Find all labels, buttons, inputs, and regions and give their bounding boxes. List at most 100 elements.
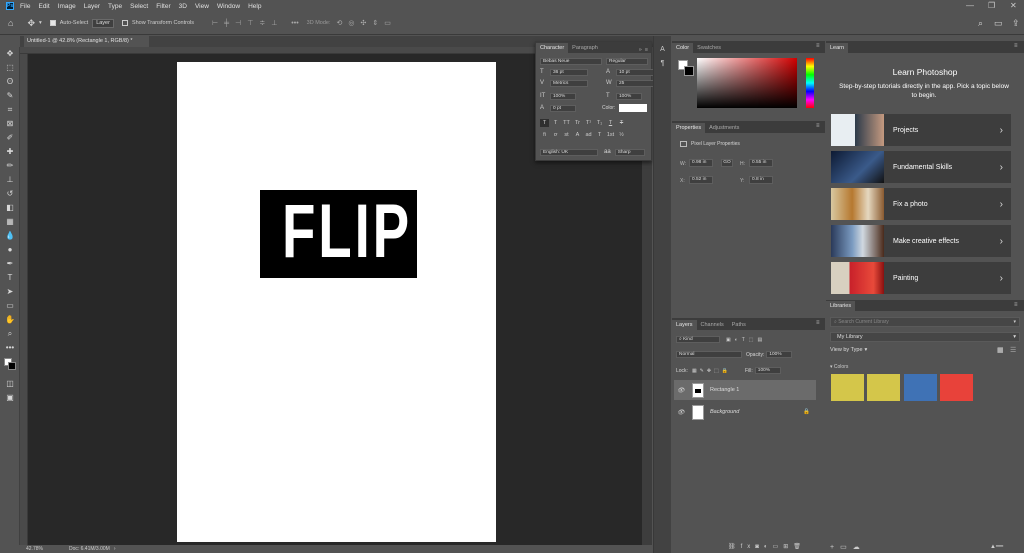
align-right-icon[interactable]: ⊣	[235, 19, 241, 27]
paragraph-panel-icon[interactable]: ¶	[658, 60, 668, 70]
canvas-text[interactable]: FLIP	[282, 186, 409, 274]
layer-name[interactable]: Background	[710, 409, 739, 415]
tab-channels[interactable]: Channels	[697, 320, 728, 330]
font-style-select[interactable]: Regular	[606, 57, 648, 65]
minimize-icon[interactable]: —	[966, 1, 974, 10]
3d-slide-icon[interactable]: ⇕	[372, 19, 378, 27]
background-color-swatch[interactable]	[684, 66, 694, 76]
stylistic-alternates-button[interactable]: ad	[584, 131, 593, 139]
auto-select-checkbox[interactable]	[49, 20, 56, 26]
more-options-icon[interactable]: •••	[291, 20, 298, 27]
gradient-tool-icon[interactable]: ▦	[0, 215, 20, 229]
align-bottom-icon[interactable]: ⊥	[271, 19, 277, 27]
learn-card-fundamental[interactable]: Fundamental Skills ›	[831, 151, 1011, 183]
link-dimensions-button[interactable]: GO	[721, 159, 733, 167]
menu-filter[interactable]: Filter	[156, 3, 170, 10]
library-color-swatch[interactable]	[904, 374, 937, 401]
layer-filter-select[interactable]: ⌕ Kind	[676, 336, 720, 343]
menu-view[interactable]: View	[195, 3, 209, 10]
chevron-down-icon[interactable]: ▾	[1013, 319, 1016, 325]
transform-controls-checkbox[interactable]	[121, 20, 128, 26]
opacity-field[interactable]: 100%	[766, 351, 793, 358]
visibility-eye-icon[interactable]: 👁	[677, 409, 687, 416]
document-tab[interactable]: Untitled-1 @ 42.8% (Rectangle 1, RGB/8) …	[24, 36, 149, 47]
home-icon[interactable]: ⌂	[8, 18, 13, 28]
3d-roll-icon[interactable]: ◎	[348, 19, 354, 27]
workspace-icon[interactable]: ▭	[994, 18, 1003, 29]
library-size-slider[interactable]: ▲━━	[990, 543, 1003, 550]
discretionary-ligatures-button[interactable]: st	[562, 131, 571, 139]
horizontal-scale-field[interactable]: 100%	[616, 92, 642, 100]
3d-rotate-icon[interactable]: ⟲	[337, 19, 343, 27]
healing-brush-tool-icon[interactable]: ✚	[0, 145, 20, 159]
titling-alternates-button[interactable]: T	[595, 131, 604, 139]
ruler-vertical[interactable]	[20, 54, 28, 545]
tab-paths[interactable]: Paths	[728, 320, 750, 330]
library-color-swatch[interactable]	[867, 374, 900, 401]
menu-image[interactable]: Image	[58, 3, 76, 10]
3d-scale-icon[interactable]: ▭	[384, 19, 391, 27]
search-icon[interactable]: ⌕	[978, 18, 983, 29]
tab-color[interactable]: Color	[672, 43, 694, 53]
new-group-icon[interactable]: ▭	[773, 543, 784, 550]
delete-layer-icon[interactable]: 🗑	[793, 543, 806, 550]
crop-tool-icon[interactable]: ⌗	[0, 103, 20, 117]
x-field[interactable]: 0.52 in	[689, 176, 713, 184]
faux-bold-button[interactable]: T	[540, 119, 549, 127]
subscript-button[interactable]: T₁	[595, 119, 604, 127]
grid-view-icon[interactable]: ▦	[997, 346, 1004, 354]
visibility-eye-icon[interactable]: 👁	[677, 387, 687, 394]
learn-card-fix-photo[interactable]: Fix a photo ›	[831, 188, 1011, 220]
color-swap-icon[interactable]	[0, 355, 20, 377]
eraser-tool-icon[interactable]: ◧	[0, 201, 20, 215]
maximize-icon[interactable]: ❐	[988, 1, 995, 10]
panel-menu-icon[interactable]: ≡	[645, 47, 648, 53]
library-search-input[interactable]: ⌕ Search Current Library ▾	[830, 317, 1020, 327]
panel-menu-icon[interactable]: ≡	[1014, 43, 1018, 49]
panel-menu-icon[interactable]: ≡	[816, 43, 820, 49]
list-view-icon[interactable]: ☰	[1010, 346, 1016, 354]
all-caps-button[interactable]: TT	[562, 119, 571, 127]
add-icon[interactable]: +	[830, 544, 840, 551]
move-tool-icon[interactable]: ✥	[0, 47, 20, 61]
chevron-down-icon[interactable]: ▾	[39, 20, 42, 26]
width-field[interactable]: 0.98 in	[689, 159, 713, 167]
layer-row[interactable]: 👁 Background 🔒	[674, 402, 816, 422]
align-left-icon[interactable]: ⊢	[212, 19, 218, 27]
filter-type-icons[interactable]: ▣◐T⬚▤	[726, 337, 766, 343]
layer-row[interactable]: 👁 Rectangle 1	[674, 380, 816, 400]
font-size-field[interactable]: 36 pt	[550, 68, 588, 76]
cloud-icon[interactable]: ☁	[853, 543, 866, 551]
fill-field[interactable]: 100%	[754, 367, 781, 374]
frame-tool-icon[interactable]: ⊠	[0, 117, 20, 131]
adjustment-layer-icon[interactable]: ◐	[764, 544, 773, 550]
y-field[interactable]: 0.8 in	[749, 176, 773, 184]
faux-italic-button[interactable]: T	[551, 119, 560, 127]
color-picker-field[interactable]	[697, 58, 797, 108]
ordinals-button[interactable]: 1st	[606, 131, 615, 139]
quick-mask-icon[interactable]: ◫	[0, 377, 20, 391]
align-middle-icon[interactable]: ≑	[259, 19, 265, 27]
library-select[interactable]: My Library ▾	[830, 332, 1020, 342]
menu-layer[interactable]: Layer	[84, 3, 100, 10]
strikethrough-button[interactable]: T	[617, 119, 626, 127]
learn-card-painting[interactable]: Painting ›	[831, 262, 1011, 294]
baseline-field[interactable]: 0 pt	[550, 104, 576, 112]
align-top-icon[interactable]: ⊤	[247, 19, 253, 27]
screen-mode-icon[interactable]: ▣	[0, 391, 20, 405]
quick-select-tool-icon[interactable]: ✎	[0, 89, 20, 103]
height-field[interactable]: 0.55 in	[749, 159, 773, 167]
small-caps-button[interactable]: Tr	[573, 119, 582, 127]
path-select-tool-icon[interactable]: ➤	[0, 285, 20, 299]
rectangle-tool-icon[interactable]: ▭	[0, 299, 20, 313]
tracking-field[interactable]: 25	[616, 79, 654, 87]
layer-select[interactable]: Layer	[92, 18, 114, 28]
layer-name[interactable]: Rectangle 1	[710, 387, 739, 393]
history-brush-tool-icon[interactable]: ↺	[0, 187, 20, 201]
library-color-swatch[interactable]	[940, 374, 973, 401]
link-layers-icon[interactable]: ⛓	[728, 543, 741, 550]
blend-mode-select[interactable]: Normal	[676, 351, 742, 358]
hand-tool-icon[interactable]: ✋	[0, 313, 20, 327]
menu-file[interactable]: File	[20, 3, 30, 10]
menu-help[interactable]: Help	[248, 3, 261, 10]
